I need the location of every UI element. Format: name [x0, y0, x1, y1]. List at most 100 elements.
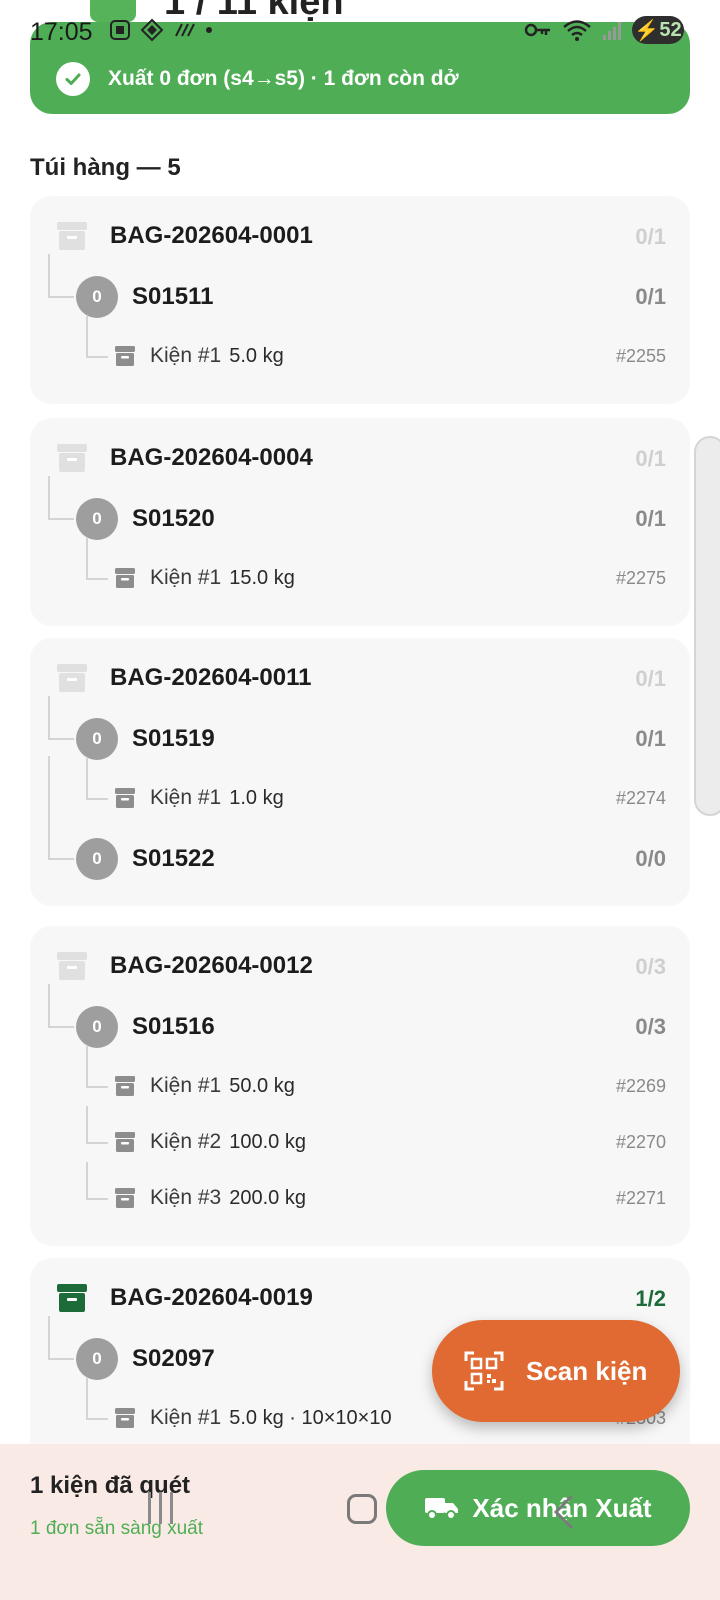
package-label[interactable]: Kiện #3 200.0 kg — [150, 1186, 306, 1210]
order-count: 0/0 — [635, 846, 666, 871]
order-code[interactable]: S01511 — [132, 283, 213, 311]
package-icon — [114, 1075, 136, 1102]
bag-count: 0/1 — [635, 666, 666, 691]
package-label[interactable]: Kiện #1 5.0 kg · 10×10×10 — [150, 1406, 392, 1430]
tree-line — [86, 1162, 88, 1198]
order-code[interactable]: S01516 — [132, 1013, 215, 1041]
package-detail: 200.0 kg — [229, 1187, 306, 1209]
signal-icon — [603, 22, 621, 40]
bag-card[interactable]: BAG-202604-0004 0/1 0 S01520 0/1 Kiện #1 15.0 … — [30, 418, 690, 626]
order-count: 0/1 — [635, 284, 666, 309]
package-detail: 50.0 kg — [229, 1075, 295, 1097]
tree-line — [48, 984, 50, 1026]
tree-line — [48, 296, 74, 298]
nav-back-button[interactable] — [552, 1494, 576, 1530]
bag-code: BAG-202604-0012 — [110, 952, 313, 979]
check-circle-icon — [56, 62, 90, 96]
status-bar: 17:05 ⚡ 52 — [0, 0, 720, 64]
bag-box-icon — [56, 1283, 88, 1318]
tree-line — [86, 1046, 88, 1086]
tree-line — [48, 1026, 74, 1028]
package-icon — [114, 1131, 136, 1158]
tree-line — [48, 696, 50, 738]
package-icon — [114, 345, 136, 372]
order-code[interactable]: S01522 — [132, 845, 215, 873]
tree-line — [86, 1086, 108, 1088]
tree-line — [48, 254, 50, 296]
order-status-badge: 0 — [76, 1338, 118, 1380]
bag-count: 0/1 — [635, 224, 666, 249]
tree-line — [48, 1316, 50, 1358]
tree-line — [86, 1198, 108, 1200]
order-code[interactable]: S02097 — [132, 1345, 215, 1373]
package-icon — [114, 1407, 136, 1434]
tree-line — [86, 356, 108, 358]
battery-indicator: ⚡ 52 — [632, 16, 684, 44]
tree-line — [48, 756, 50, 858]
package-number: Kiện #1 — [150, 1406, 222, 1429]
package-number: Kiện #1 — [150, 566, 222, 589]
tree-line — [86, 316, 88, 356]
order-count: 0/1 — [635, 726, 666, 751]
nav-recents-button[interactable] — [148, 1492, 173, 1524]
package-label[interactable]: Kiện #1 50.0 kg — [150, 1074, 295, 1098]
scan-package-label: Scan kiện — [526, 1355, 648, 1386]
package-number: Kiện #1 — [150, 1074, 222, 1097]
tree-line — [86, 1142, 108, 1144]
ready-orders-text: 1 đơn sẵn sàng xuất — [30, 1518, 204, 1539]
package-detail: 5.0 kg — [229, 345, 284, 367]
package-label[interactable]: Kiện #1 5.0 kg — [150, 344, 284, 368]
truck-icon — [425, 1498, 459, 1520]
tree-line — [48, 858, 74, 860]
confirm-export-button[interactable]: Xác nhận Xuất — [386, 1470, 690, 1546]
toast-message: Xuất 0 đơn (s4→s5) · 1 đơn còn dở — [108, 67, 459, 90]
tree-line — [86, 1106, 88, 1142]
order-code[interactable]: S01519 — [132, 725, 215, 753]
tree-line — [48, 738, 74, 740]
bag-count: 0/1 — [635, 446, 666, 471]
order-status-badge: 0 — [76, 498, 118, 540]
order-count: 0/3 — [635, 1014, 666, 1039]
bag-card[interactable]: BAG-202604-0001 0/1 0 S01511 0/1 Kiện #1 5.0 k… — [30, 196, 690, 404]
package-label[interactable]: Kiện #1 15.0 kg — [150, 566, 295, 590]
package-number: Kiện #1 — [150, 786, 222, 809]
bag-card[interactable]: BAG-202604-0011 0/1 0 S01519 0/1 Kiện #1 1.0 k… — [30, 638, 690, 906]
bag-count: 1/2 — [635, 1286, 666, 1311]
package-detail: 15.0 kg — [229, 567, 295, 589]
bag-box-icon — [56, 221, 88, 256]
package-label[interactable]: Kiện #2 100.0 kg — [150, 1130, 306, 1154]
tree-line — [48, 476, 50, 518]
package-id: #2269 — [615, 1076, 666, 1096]
nav-home-button[interactable] — [347, 1494, 377, 1524]
package-detail: 1.0 kg — [229, 787, 284, 809]
bag-box-icon — [56, 443, 88, 478]
scan-package-button[interactable]: Scan kiện — [432, 1320, 680, 1422]
scrollbar-thumb[interactable] — [694, 436, 720, 816]
tree-line — [48, 518, 74, 520]
order-code[interactable]: S01520 — [132, 505, 215, 533]
key-icon — [524, 23, 550, 37]
tree-line — [86, 798, 108, 800]
tree-line — [86, 578, 108, 580]
package-number: Kiện #3 — [150, 1186, 222, 1209]
package-icon — [114, 567, 136, 594]
package-label[interactable]: Kiện #1 1.0 kg — [150, 786, 284, 810]
package-icon — [114, 1187, 136, 1214]
bag-code: BAG-202604-0001 — [110, 222, 313, 249]
package-id: #2274 — [615, 788, 666, 808]
bag-box-icon — [56, 951, 88, 986]
bag-code: BAG-202604-0011 — [110, 664, 312, 691]
bag-code: BAG-202604-0019 — [110, 1284, 313, 1311]
screenshot-icon — [110, 20, 130, 40]
slash-icon — [175, 23, 195, 37]
wifi-icon — [563, 20, 591, 41]
bag-card[interactable]: BAG-202604-0012 0/3 0 S01516 0/3 Kiện #1 50.0 … — [30, 926, 690, 1246]
package-id: #2270 — [615, 1132, 666, 1152]
tree-line — [86, 1378, 88, 1418]
dot-icon — [206, 27, 212, 33]
package-detail: 100.0 kg — [229, 1131, 306, 1153]
order-status-badge: 0 — [76, 838, 118, 880]
qr-scan-icon — [464, 1351, 504, 1391]
order-status-badge: 0 — [76, 276, 118, 318]
bags-section-title: Túi hàng — 5 — [30, 154, 181, 181]
